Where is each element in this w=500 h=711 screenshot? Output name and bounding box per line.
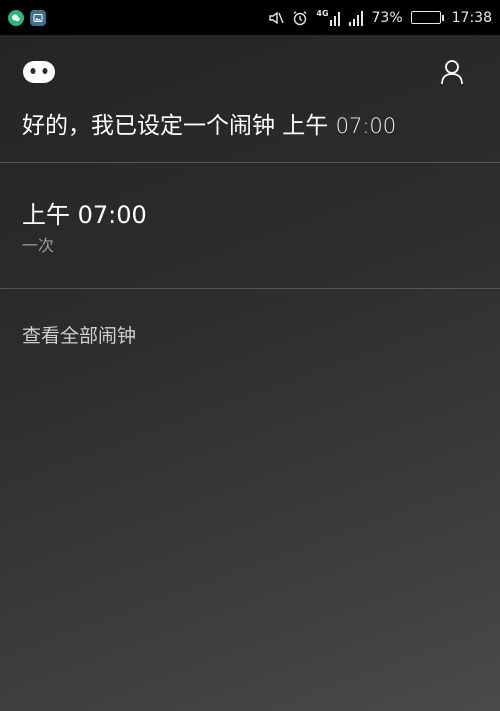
assistant-response-time: 07:00: [335, 114, 397, 138]
user-icon: [440, 59, 464, 89]
alarm-clock-icon: [292, 10, 308, 26]
cell-signal-icon: [348, 10, 364, 26]
notification-area: [8, 9, 46, 26]
alarm-card[interactable]: 上午 07:00 一次: [0, 163, 500, 288]
divider: [0, 288, 500, 289]
gallery-icon: [30, 9, 46, 26]
user-profile-button[interactable]: [436, 58, 468, 90]
system-status: 4G 73% 17:38: [268, 8, 492, 26]
network-type: 4G: [316, 8, 329, 18]
wechat-icon: [8, 9, 24, 26]
assistant-logo-icon: [22, 60, 56, 84]
alarm-repeat: 一次: [22, 236, 55, 255]
view-all-alarms-link[interactable]: 查看全部闹钟: [22, 322, 136, 350]
assistant-response: 好的，我已设定一个闹钟 上午 07:00: [22, 110, 396, 142]
4g-signal-icon: 4G: [316, 8, 340, 26]
assistant-response-text: 好的，我已设定一个闹钟 上午: [22, 113, 336, 139]
battery-icon: [410, 11, 444, 24]
alarm-time: 上午 07:00: [22, 201, 147, 229]
clock: 17:38: [451, 9, 492, 26]
status-bar: 4G 73% 17:38: [0, 0, 500, 35]
mute-icon: [268, 10, 285, 26]
battery-percent: 73%: [371, 9, 403, 26]
